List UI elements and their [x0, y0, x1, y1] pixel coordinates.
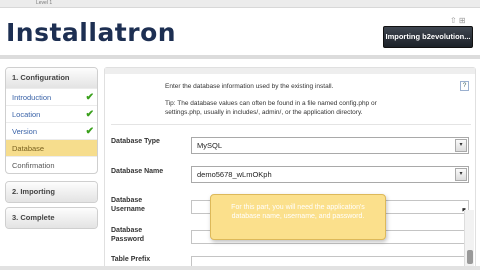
- check-icon: ✔: [85, 126, 94, 137]
- scrollbar-thumb[interactable]: [467, 250, 473, 264]
- db-name-label: Database Name: [111, 168, 164, 175]
- divider: [111, 124, 471, 125]
- intro-text: Enter the database information used by t…: [165, 83, 334, 90]
- installatron-window: Level 1 Installatron ⇧ ⊞ Importing b2evo…: [0, 0, 480, 270]
- chevron-down-icon[interactable]: ▾: [455, 139, 467, 152]
- sidebar-header-configuration[interactable]: 1. Configuration: [6, 68, 97, 88]
- check-icon: ✔: [85, 109, 94, 120]
- db-username-label: Database Username: [111, 197, 145, 213]
- check-icon: ✔: [85, 92, 94, 103]
- bottom-strip: [0, 266, 480, 270]
- window-top-label: Level 1: [36, 0, 53, 6]
- help-icon[interactable]: ?: [460, 81, 469, 91]
- db-type-value: MySQL: [197, 141, 223, 150]
- db-name-select[interactable]: demo5678_wLmOKph ▾: [191, 166, 469, 183]
- panel-top-bar: [105, 68, 475, 74]
- sidebar-item-version[interactable]: Version ✔: [6, 122, 97, 139]
- scrollbar[interactable]: [464, 210, 474, 266]
- sidebar-item-label: Database: [12, 144, 45, 153]
- sidebar-item-label: Version: [12, 127, 38, 136]
- sidebar-item-label: Location: [12, 110, 41, 119]
- installatron-logo: Installatron: [6, 18, 177, 47]
- chevron-down-icon[interactable]: ▾: [455, 168, 467, 181]
- sidebar-header-importing[interactable]: 2. Importing: [6, 182, 97, 202]
- sidebar-configuration-panel: 1. Configuration Introduction ✔ Location ✔…: [5, 67, 98, 174]
- table-prefix-label: Table Prefix: [111, 256, 151, 263]
- db-type-select[interactable]: MySQL ▾: [191, 137, 469, 154]
- importing-status-button[interactable]: Importing b2evolution...: [383, 26, 473, 48]
- header-divider: [0, 55, 480, 59]
- sidebar-complete-panel: 3. Complete: [5, 207, 98, 229]
- db-password-label: Database Password: [111, 227, 145, 243]
- sidebar-item-introduction[interactable]: Introduction ✔: [6, 88, 97, 105]
- sidebar-item-label: Introduction: [12, 93, 52, 102]
- sidebar-item-label: Confirmation: [12, 161, 55, 170]
- sidebar-item-confirmation[interactable]: Confirmation: [6, 156, 97, 173]
- sidebar-item-location[interactable]: Location ✔: [6, 105, 97, 122]
- db-type-label: Database Type: [111, 138, 160, 145]
- sidebar-importing-panel: 2. Importing: [5, 181, 98, 203]
- sidebar-item-database[interactable]: Database: [6, 139, 97, 156]
- help-tooltip: For this part, you will need the applica…: [210, 194, 386, 240]
- db-name-value: demo5678_wLmOKph: [197, 170, 272, 179]
- browser-top-strip: Level 1: [0, 0, 480, 8]
- header-tools-icon[interactable]: ⇧ ⊞: [450, 16, 466, 25]
- tip-text: Tip: The database values can often be fo…: [165, 100, 377, 116]
- sidebar-header-complete[interactable]: 3. Complete: [6, 208, 97, 228]
